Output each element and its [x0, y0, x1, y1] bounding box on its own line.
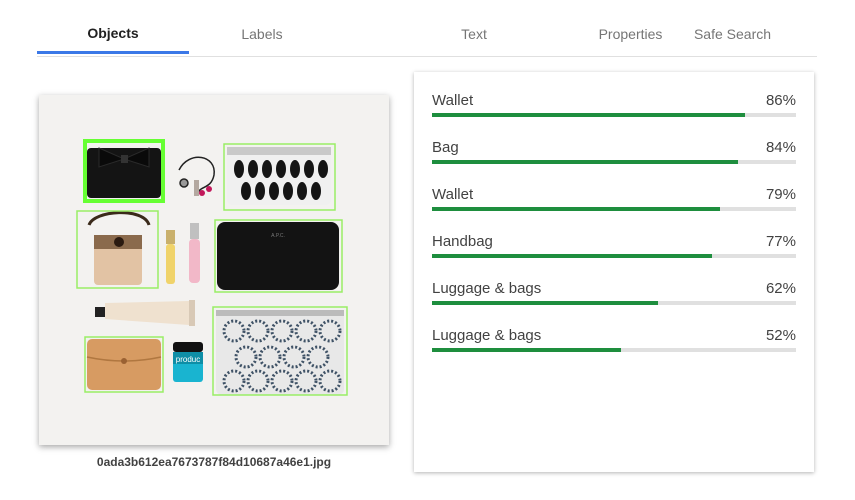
tab-labels[interactable]: Labels — [189, 14, 335, 54]
result-row[interactable]: Bag 84% — [432, 119, 796, 164]
wallet-brand: A.P.C. — [271, 233, 285, 239]
object-name: Handbag — [432, 233, 493, 250]
tab-label: Safe Search — [693, 26, 772, 42]
result-row[interactable]: Luggage & bags 62% — [432, 260, 796, 305]
score-bar — [432, 348, 796, 352]
object-name: Bag — [432, 139, 459, 156]
score-bar — [432, 113, 796, 117]
object-score: 84% — [765, 139, 796, 156]
score-bar — [432, 207, 796, 211]
analyzed-image: A.P.C. produc — [39, 95, 389, 445]
black-long-wallet: A.P.C. — [217, 222, 339, 290]
object-score: 86% — [765, 92, 796, 109]
score-bar — [432, 254, 796, 258]
score-bar-fill — [432, 207, 720, 211]
tab-label: Labels — [241, 26, 283, 42]
score-bar-fill — [432, 160, 738, 164]
tab-properties[interactable]: Properties — [599, 14, 663, 54]
result-row[interactable]: Handbag 77% — [432, 213, 796, 258]
polka-pouch — [216, 310, 344, 395]
object-name: Wallet — [432, 186, 474, 203]
object-score: 52% — [765, 327, 796, 344]
objects-results-card: Wallet 86% Bag 84% Wallet 79% Handbag 77… — [414, 72, 814, 472]
object-score: 79% — [765, 186, 796, 203]
score-bar-fill — [432, 113, 746, 117]
image-filename: 0ada3b612ea7673787f84d10687a46e1.jpg — [96, 455, 332, 469]
score-bar-fill — [432, 301, 658, 305]
tan-small-wallet — [86, 339, 162, 390]
tab-label: Objects — [87, 24, 139, 41]
object-name: Luggage & bags — [432, 280, 542, 297]
product-jar: produc — [173, 342, 203, 382]
score-bar — [432, 160, 796, 164]
object-name: Wallet — [432, 92, 474, 109]
jar-label: produc — [176, 355, 200, 364]
result-row[interactable]: Luggage & bags 52% — [432, 307, 796, 352]
score-bar-fill — [432, 348, 622, 352]
image-canvas: A.P.C. produc — [39, 95, 389, 445]
black-bow-wallet — [87, 147, 161, 198]
tab-bar: Objects Labels Text Properties Safe Sear… — [37, 14, 817, 57]
object-name: Luggage & bags — [432, 327, 542, 344]
object-score: 77% — [765, 233, 796, 250]
score-bar — [432, 301, 796, 305]
result-row[interactable]: Wallet 79% — [432, 166, 796, 211]
result-row[interactable]: Wallet 86% — [432, 72, 796, 117]
tab-label: Text — [461, 26, 487, 42]
tab-safe-search[interactable]: Safe Search — [648, 14, 817, 54]
score-bar-fill — [432, 254, 713, 258]
object-score: 62% — [765, 280, 796, 297]
tab-objects[interactable]: Objects — [37, 14, 189, 54]
tab-text[interactable]: Text — [335, 14, 613, 54]
patterned-pouch — [227, 147, 331, 205]
